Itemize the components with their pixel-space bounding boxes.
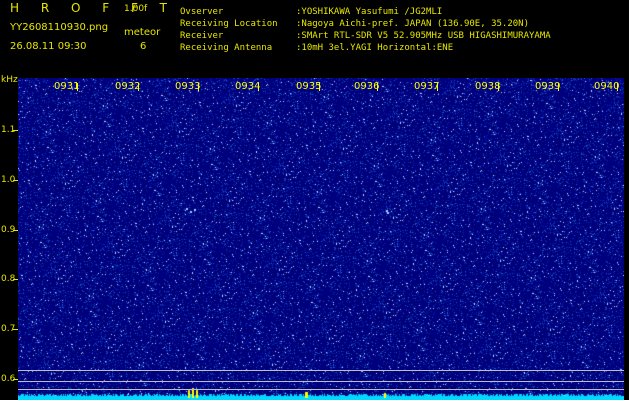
y-tick <box>13 180 18 181</box>
file-name: YY2608110930.png <box>10 22 109 33</box>
time-tick <box>319 83 320 91</box>
time-label: 0939 <box>535 81 561 92</box>
info-key: Receiver <box>180 31 224 41</box>
meteor-label: meteor <box>124 27 161 38</box>
time-label: 0932 <box>115 81 141 92</box>
time-tick <box>558 83 559 91</box>
time-label: 0935 <box>296 81 322 92</box>
meteor-count: 6 <box>140 41 147 52</box>
time-tick <box>77 83 78 91</box>
spectrogram <box>18 78 624 400</box>
reference-line <box>18 389 624 390</box>
time-tick <box>437 83 438 91</box>
app-title: H R O F F T <box>10 1 177 15</box>
time-label: 0933 <box>175 81 201 92</box>
info-row-antenna: Receiving Antenna :10mH 3el.YAGI Horizon… <box>180 42 551 54</box>
info-value: :YOSHIKAWA Yasufumi /JG2MLI <box>296 7 443 17</box>
info-row-observer: Ovserver :YOSHIKAWA Yasufumi /JG2MLI <box>180 6 551 18</box>
capture-datetime: 26.08.11 09:30 <box>10 41 87 52</box>
info-key: Ovserver <box>180 7 224 17</box>
info-row-location: Receiving Location :Nagoya Aichi-pref. J… <box>180 18 551 30</box>
app-version: 1.00f <box>124 4 148 14</box>
spectrogram-canvas <box>18 78 624 400</box>
y-tick <box>13 230 18 231</box>
info-value: :10mH 3el.YAGI Horizontal:ENE <box>296 43 454 53</box>
time-tick <box>617 83 618 91</box>
y-axis-unit: kHz <box>1 75 18 85</box>
time-tick <box>198 83 199 91</box>
info-key: Receiving Antenna <box>180 43 273 53</box>
time-tick <box>377 83 378 91</box>
y-tick <box>13 130 18 131</box>
time-label: 0936 <box>354 81 380 92</box>
info-row-receiver: Receiver :SMArt RTL-SDR V5 52.905MHz USB… <box>180 30 551 42</box>
info-value: :Nagoya Aichi-pref. JAPAN (136.90E, 35.2… <box>296 19 529 29</box>
info-key: Receiving Location <box>180 19 278 29</box>
time-label: 0940 <box>594 81 620 92</box>
header-panel: H R O F F T 1.00f YY2608110930.png 26.08… <box>0 0 629 76</box>
y-tick <box>13 329 18 330</box>
time-tick <box>258 83 259 91</box>
time-label: 0931 <box>54 81 80 92</box>
time-label: 0934 <box>235 81 261 92</box>
time-tick <box>498 83 499 91</box>
reference-line <box>18 370 624 371</box>
reference-line <box>18 381 624 382</box>
station-info: Ovserver :YOSHIKAWA Yasufumi /JG2MLI Rec… <box>180 6 551 54</box>
y-tick <box>13 379 18 380</box>
time-label: 0937 <box>414 81 440 92</box>
time-tick <box>138 83 139 91</box>
info-value: :SMArt RTL-SDR V5 52.905MHz USB HIGASHIM… <box>296 31 551 41</box>
time-label: 0938 <box>475 81 501 92</box>
y-tick <box>13 279 18 280</box>
